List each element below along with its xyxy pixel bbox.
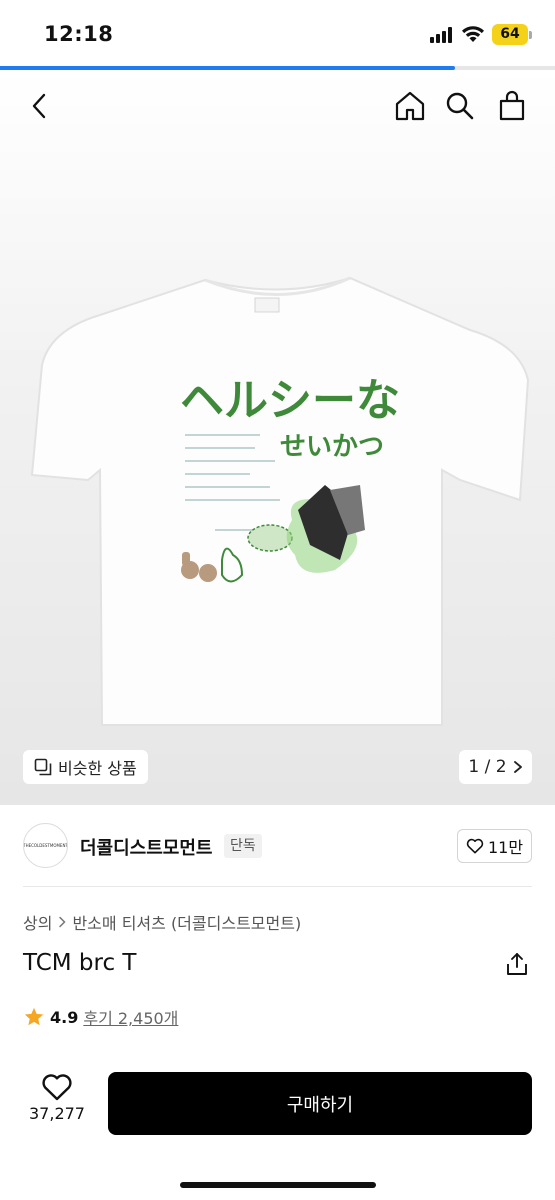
heart-icon — [42, 1074, 72, 1101]
battery-indicator: 64 — [492, 24, 528, 45]
print-title: ヘルシーな — [180, 375, 400, 426]
image-pager[interactable]: 1 / 2 — [459, 750, 532, 784]
product-title: TCM brc T — [23, 950, 137, 976]
product-like-button[interactable]: 37,277 — [22, 1072, 92, 1134]
status-time: 12:18 — [44, 22, 114, 46]
star-icon — [24, 1007, 44, 1026]
divider — [23, 886, 532, 887]
breadcrumb-category[interactable]: 상의 — [23, 910, 52, 934]
page-total: 2 — [495, 757, 507, 777]
cellular-signal-icon — [430, 27, 454, 43]
brand-like-count: 11만 — [487, 838, 524, 857]
brand-like-button[interactable]: 11만 — [457, 829, 532, 863]
search-button[interactable] — [442, 88, 478, 124]
wifi-icon — [462, 26, 484, 42]
chevron-right-icon — [513, 761, 522, 773]
exclusive-badge: 단독 — [224, 834, 262, 858]
product-image-area[interactable]: ヘルシーな せいかつ 비슷한 상품 1 / 2 — [0, 70, 555, 805]
page-separator: / — [479, 757, 496, 777]
home-button[interactable] — [392, 88, 428, 124]
brand-logo[interactable]: THECOLDESTMOMENT — [23, 823, 68, 868]
breadcrumb: 상의 반소매 티셔츠 (더콜디스트모먼트) — [23, 910, 301, 934]
print-subtitle: せいかつ — [280, 432, 384, 462]
brand-name[interactable]: 더콜디스트모먼트 — [80, 834, 212, 860]
page-indicator: 1 / 2 — [468, 757, 506, 777]
heart-icon — [466, 838, 484, 854]
shopping-bag-icon — [499, 90, 525, 121]
status-bar: 12:18 64 — [0, 0, 555, 66]
rating-value: 4.9 — [50, 1007, 79, 1027]
breadcrumb-subcategory[interactable]: 반소매 티셔츠 (더콜디스트모먼트) — [72, 910, 301, 934]
similar-products-button[interactable]: 비슷한 상품 — [23, 750, 148, 784]
battery-tip — [529, 31, 532, 39]
page-current: 1 — [468, 757, 480, 777]
share-icon[interactable] — [504, 951, 530, 977]
chevron-right-icon — [59, 916, 67, 928]
similar-products-label: 비슷한 상품 — [58, 759, 137, 778]
home-indicator — [180, 1182, 376, 1188]
reviews-link[interactable]: 후기 2,450개 — [83, 1005, 178, 1029]
home-icon — [395, 91, 425, 121]
tshirt-image: ヘルシーな せいかつ — [30, 276, 530, 726]
buy-button[interactable]: 구매하기 — [108, 1072, 532, 1135]
back-icon — [32, 93, 46, 119]
search-icon — [446, 92, 474, 120]
rating-row: 4.9 후기 2,450개 — [23, 1005, 178, 1029]
copy-icon — [34, 758, 52, 776]
back-button[interactable] — [22, 88, 58, 124]
product-like-count: 37,277 — [29, 1104, 85, 1123]
brand-row: THECOLDESTMOMENT 더콜디스트모먼트 단독 11만 — [0, 805, 555, 887]
cart-button[interactable] — [494, 88, 530, 124]
brand-logo-text: THECOLDESTMOMENT — [23, 843, 68, 848]
